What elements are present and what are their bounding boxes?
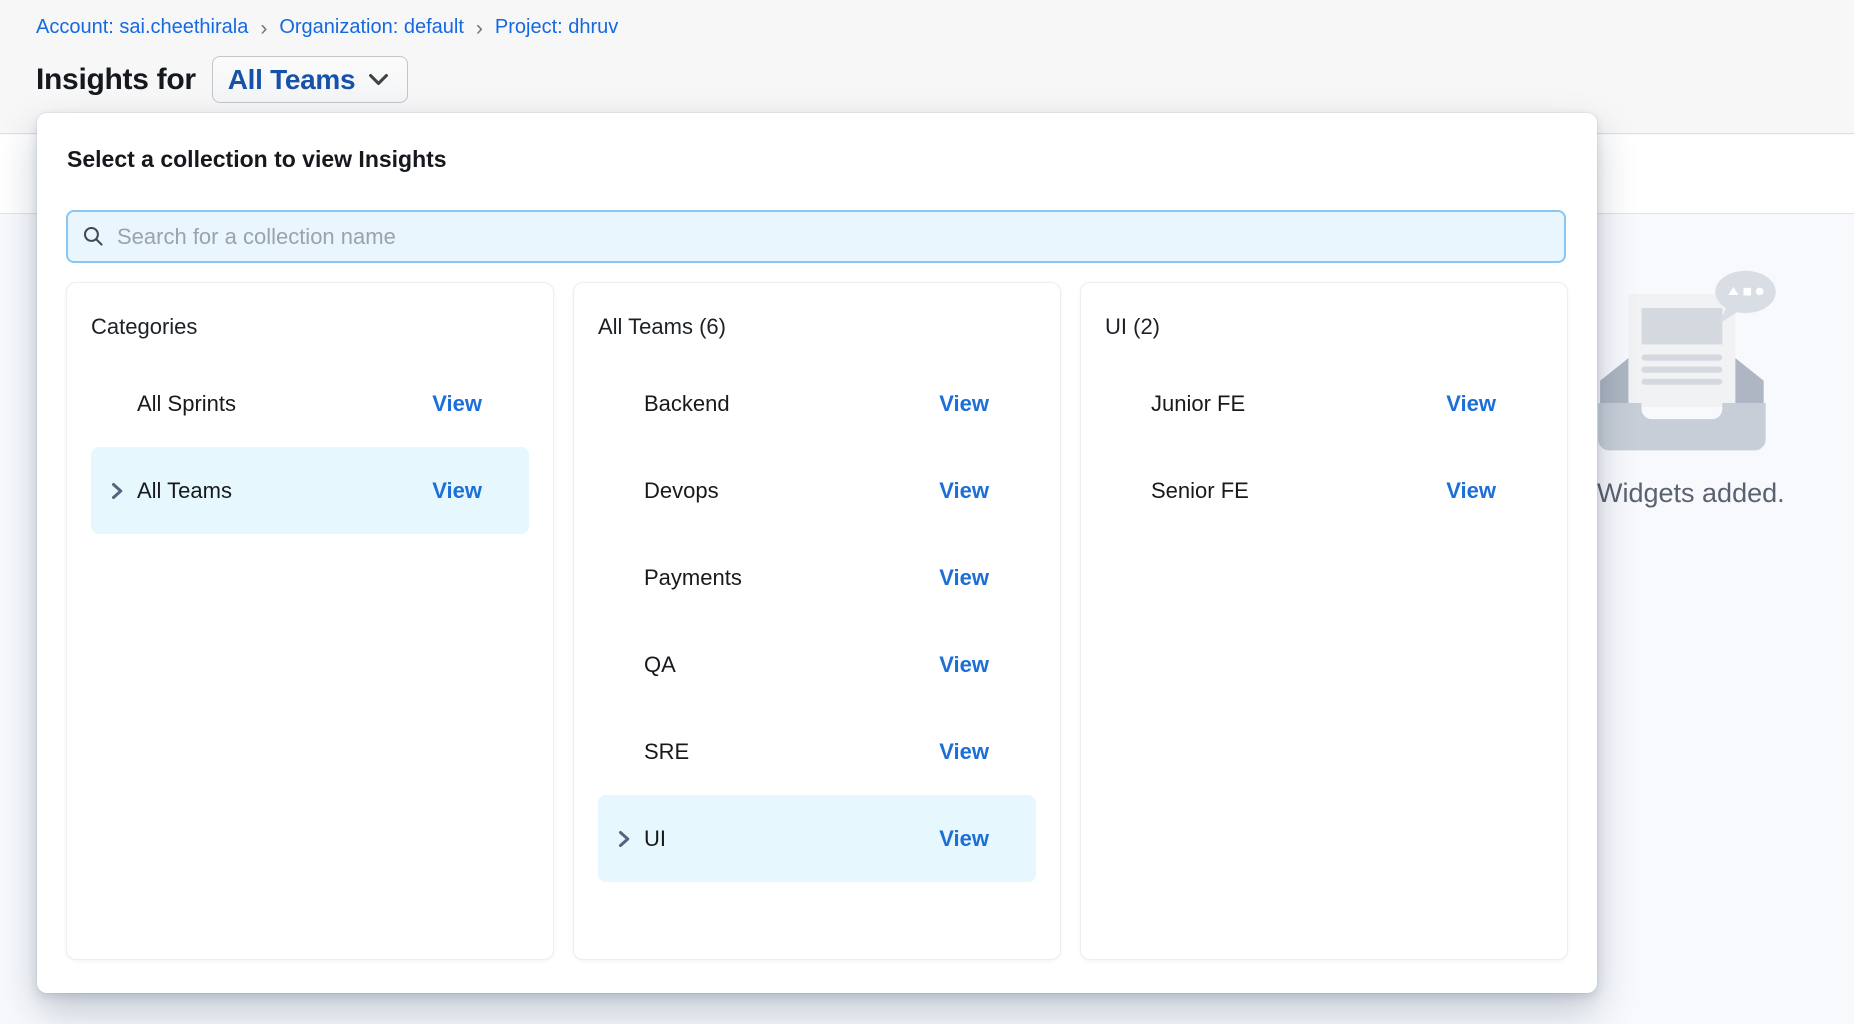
collection-row[interactable]: Devops View	[598, 447, 1036, 534]
search-input[interactable]	[117, 224, 1550, 250]
collection-row[interactable]: SRE View	[598, 708, 1036, 795]
collection-row-label: SRE	[598, 739, 689, 765]
breadcrumb-project-link[interactable]: Project: dhruv	[495, 16, 618, 39]
breadcrumb-organization-link[interactable]: Organization: default	[279, 16, 464, 39]
chevron-down-icon	[365, 66, 392, 93]
empty-inbox-illustration	[1586, 250, 1798, 455]
collection-row[interactable]: Backend View	[598, 360, 1036, 447]
collection-rows: Junior FE View Senior FE View	[1105, 360, 1543, 534]
collection-rows: All Sprints View All Teams View	[91, 360, 529, 534]
chevron-right-separator-icon: ›	[476, 17, 483, 39]
collection-column-title: Categories	[91, 314, 529, 340]
collection-row-label: Backend	[598, 391, 730, 417]
collection-row[interactable]: UI View	[598, 795, 1036, 882]
chevron-right-separator-icon: ›	[260, 17, 267, 39]
page-title: Insights for	[36, 63, 196, 97]
view-link[interactable]: View	[939, 478, 1036, 504]
view-link[interactable]: View	[939, 565, 1036, 591]
view-link[interactable]: View	[939, 391, 1036, 417]
collection-row[interactable]: Junior FE View	[1105, 360, 1543, 447]
collection-dropdown-label: All Teams	[228, 64, 356, 96]
collection-columns: Categories All Sprints View All Teams Vi…	[66, 282, 1568, 960]
collection-dropdown-button[interactable]: All Teams	[212, 56, 409, 103]
search-icon	[82, 225, 105, 248]
collection-row-label: Payments	[598, 565, 742, 591]
collection-rows: Backend View Devops View Payments View Q…	[598, 360, 1036, 882]
collection-row-label: All Sprints	[91, 391, 236, 417]
empty-state-message: Widgets added.	[1597, 478, 1785, 509]
view-link[interactable]: View	[1446, 478, 1543, 504]
view-link[interactable]: View	[939, 826, 1036, 852]
view-link[interactable]: View	[1446, 391, 1543, 417]
insights-header: Insights for All Teams	[36, 56, 408, 103]
collection-column: All Teams (6) Backend View Devops View P…	[573, 282, 1061, 960]
chevron-right-icon	[614, 829, 634, 849]
chevron-right-icon	[107, 481, 127, 501]
empty-state: Widgets added.	[1586, 250, 1846, 460]
collection-column-title: All Teams (6)	[598, 314, 1036, 340]
collection-column-title: UI (2)	[1105, 314, 1543, 340]
breadcrumb-account-link[interactable]: Account: sai.cheethirala	[36, 16, 248, 39]
collection-row[interactable]: Senior FE View	[1105, 447, 1543, 534]
collection-search	[66, 210, 1566, 263]
collection-row[interactable]: Payments View	[598, 534, 1036, 621]
collection-row[interactable]: All Sprints View	[91, 360, 529, 447]
collection-column: Categories All Sprints View All Teams Vi…	[66, 282, 554, 960]
breadcrumb: Account: sai.cheethirala › Organization:…	[36, 16, 618, 39]
collection-column: UI (2) Junior FE View Senior FE View	[1080, 282, 1568, 960]
collection-row-label: Devops	[598, 478, 719, 504]
view-link[interactable]: View	[432, 478, 529, 504]
collection-row-label: Senior FE	[1105, 478, 1249, 504]
collection-row[interactable]: QA View	[598, 621, 1036, 708]
collection-row-label: QA	[598, 652, 676, 678]
collection-row-label: Junior FE	[1105, 391, 1245, 417]
view-link[interactable]: View	[432, 391, 529, 417]
collection-picker-modal: Select a collection to view Insights Cat…	[37, 113, 1597, 993]
collection-row[interactable]: All Teams View	[91, 447, 529, 534]
view-link[interactable]: View	[939, 739, 1036, 765]
view-link[interactable]: View	[939, 652, 1036, 678]
modal-title: Select a collection to view Insights	[67, 146, 447, 173]
